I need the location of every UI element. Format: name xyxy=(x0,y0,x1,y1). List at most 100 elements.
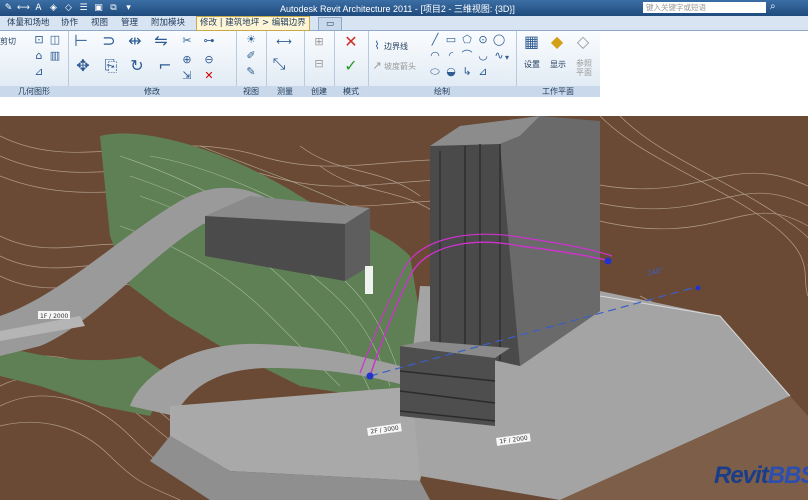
fillet-arc-icon[interactable]: ◡ xyxy=(476,49,490,63)
unpin-icon[interactable]: ⊖ xyxy=(202,53,216,67)
draw-more-icon[interactable]: ▾ xyxy=(500,51,514,65)
slope-arrow-label[interactable]: 坡度箭头 xyxy=(384,61,416,72)
rectangle-tool-icon[interactable]: ▭ xyxy=(444,33,458,47)
copy-icon[interactable]: ⎘ xyxy=(104,58,118,74)
panel-label-work-plane: 工作平面 xyxy=(516,86,600,97)
ribbon-blank-area xyxy=(600,31,808,97)
demolish-icon[interactable]: ▥ xyxy=(48,49,62,63)
dimension-icon[interactable]: ⤡ xyxy=(272,56,286,72)
panel-modify: ⊢ ⊃ ⇹ ⇋ ✂ ⊶ ✥ ⎘ ↻ ⌐ ⊕ ⊖ ⇲ ✕ 修改 xyxy=(68,31,237,97)
show-label[interactable]: 显示 xyxy=(550,59,566,70)
rotate-icon[interactable]: ↻ xyxy=(130,58,144,74)
panel-label-geometry: 几何图形 xyxy=(0,86,68,97)
wall-joins-icon[interactable]: ⊿ xyxy=(32,65,46,79)
panel-geometry: 剪切 ⊡ ◫ ⌂ ▥ ⊿ 几何图形 xyxy=(0,31,69,97)
3d-viewport[interactable]: 1F / 2000 2F / 3000 1F / 2000 240° xyxy=(0,116,808,500)
grip-point xyxy=(604,257,612,265)
delete-icon[interactable]: ✕ xyxy=(202,69,216,83)
tab-manage[interactable]: 管理 xyxy=(118,17,141,29)
linework-icon[interactable]: ✎ xyxy=(244,65,258,79)
create-similar-icon[interactable]: ⊟ xyxy=(312,57,326,71)
circle-tool-icon[interactable]: ◯ xyxy=(492,33,506,47)
partial-ellipse-icon[interactable]: ◒ xyxy=(444,65,458,79)
panel-create: ⊞ ⊟ 创建 xyxy=(304,31,335,97)
pencil-icon[interactable]: ✎ xyxy=(2,2,15,14)
pick-lines-icon[interactable]: ↳ xyxy=(460,65,474,79)
trim-icon[interactable]: ⌐ xyxy=(158,58,172,74)
ref-plane-label[interactable]: 参照平面 xyxy=(576,59,598,77)
join-icon[interactable]: ⊡ xyxy=(32,33,46,47)
quick-access-toolbar: ✎ ⟷ A ◈ ◇ ☰ ▣ ⧉ ▾ xyxy=(0,0,135,16)
panel-label-measure: 测量 xyxy=(266,86,304,97)
tab-collaborate[interactable]: 协作 xyxy=(58,17,81,29)
arc-tangent-icon[interactable]: ⌒ xyxy=(460,49,474,63)
align-icon[interactable]: ⊢ xyxy=(74,33,88,49)
tab-massing-site[interactable]: 体量和场地 xyxy=(4,17,53,29)
panel-work-plane: ▦ 设置 ◆ 显示 ◇ 参照平面 工作平面 xyxy=(516,31,600,97)
tab-view[interactable]: 视图 xyxy=(88,17,111,29)
arc-tool-icon[interactable]: ◠ xyxy=(428,49,442,63)
watermark-logo: RevitBBS xyxy=(714,462,808,489)
dimension-icon[interactable]: ⟷ xyxy=(17,2,30,14)
set-plane-icon[interactable]: ▦ xyxy=(524,34,539,50)
close-window-icon[interactable]: ▣ xyxy=(92,2,105,14)
show-plane-icon[interactable]: ◆ xyxy=(550,34,564,50)
boundary-line-label[interactable]: 边界线 xyxy=(384,41,408,52)
binoculars-icon[interactable]: ⌕ xyxy=(770,1,776,12)
lightbulb-icon[interactable]: ☀ xyxy=(244,33,258,47)
ribbon-toggle-icon[interactable]: ▭ xyxy=(318,17,342,31)
ribbon: 剪切 ⊡ ◫ ⌂ ▥ ⊿ 几何图形 ⊢ ⊃ ⇹ ⇋ ✂ ⊶ ✥ ⎘ ↻ ⌐ ⊕ … xyxy=(0,31,600,98)
panel-label-draw: 绘制 xyxy=(368,86,516,97)
scale-icon[interactable]: ⇲ xyxy=(180,69,194,83)
polygon-tool-icon[interactable]: ⬠ xyxy=(460,33,474,47)
boundary-line-icon[interactable]: ⌇ xyxy=(370,39,384,53)
mirror-draw-icon[interactable]: ⇋ xyxy=(154,33,168,49)
title-bar: ✎ ⟷ A ◈ ◇ ☰ ▣ ⧉ ▾ Autodesk Revit Archite… xyxy=(0,0,808,16)
arc-center-icon[interactable]: ◜ xyxy=(444,49,458,63)
finish-edit-icon[interactable]: ✓ xyxy=(344,58,358,74)
move-icon[interactable]: ✥ xyxy=(76,58,90,74)
panel-mode: ✕ ✓ 模式 xyxy=(334,31,369,97)
search-input[interactable]: 键入关键字或短语 xyxy=(643,2,766,13)
section-icon[interactable]: ◇ xyxy=(62,2,75,14)
offset-icon[interactable]: ⊃ xyxy=(102,33,116,49)
panel-label-modify: 修改 xyxy=(68,86,236,97)
tab-add-ins[interactable]: 附加模块 xyxy=(148,17,188,29)
panel-measure: ⟷ ⤡ 测量 xyxy=(266,31,305,97)
tower-building xyxy=(430,116,600,366)
panel-label-view: 视图 xyxy=(236,86,266,97)
dropdown-icon[interactable]: ▾ xyxy=(122,2,135,14)
mirror-axis-icon[interactable]: ⇹ xyxy=(128,33,142,49)
podium-building xyxy=(400,346,495,426)
split-icon[interactable]: ✂ xyxy=(180,34,194,48)
3d-scene: 1F / 2000 2F / 3000 1F / 2000 240° xyxy=(0,116,808,500)
set-label[interactable]: 设置 xyxy=(524,59,540,70)
ellipse-icon[interactable]: ⬭ xyxy=(428,65,442,79)
paint-icon[interactable]: ⌂ xyxy=(32,49,46,63)
window-title: Autodesk Revit Architecture 2011 - [项目2 … xyxy=(280,4,515,14)
panel-label-create: 创建 xyxy=(304,86,334,97)
create-group-icon[interactable]: ⊞ xyxy=(312,35,326,49)
text-icon[interactable]: A xyxy=(32,2,45,14)
ref-plane-icon[interactable]: ◇ xyxy=(576,34,590,50)
pick-walls-icon[interactable]: ⊿ xyxy=(476,65,490,79)
ribbon-tabs: 体量和场地 协作 视图 管理 附加模块 修改 | 建筑地坪 > 编辑边界 ▭ xyxy=(0,16,808,31)
slope-arrow-icon[interactable]: ↗ xyxy=(370,59,384,73)
level-label-1: 1F / 2000 xyxy=(40,313,69,320)
split-face-icon[interactable]: ◫ xyxy=(48,33,62,47)
circle-polygon-icon[interactable]: ⊙ xyxy=(476,33,490,47)
pin-icon[interactable]: ⊕ xyxy=(180,53,194,67)
thin-lines-icon[interactable]: ☰ xyxy=(77,2,90,14)
switch-window-icon[interactable]: ⧉ xyxy=(107,2,120,14)
measure-icon[interactable]: ⟷ xyxy=(270,35,298,49)
panel-label-mode: 模式 xyxy=(334,86,368,97)
hide-icon[interactable]: ✐ xyxy=(244,49,258,63)
split-gap-icon[interactable]: ⊶ xyxy=(202,34,216,48)
options-bar xyxy=(0,97,808,116)
tab-modify-edit-boundary[interactable]: 修改 | 建筑地坪 > 编辑边界 xyxy=(196,16,310,31)
cancel-edit-icon[interactable]: ✕ xyxy=(344,34,358,50)
line-tool-icon[interactable]: ╱ xyxy=(428,33,442,47)
3d-view-icon[interactable]: ◈ xyxy=(47,2,60,14)
panel-view: ☀ ✐ ✎ 视图 xyxy=(236,31,267,97)
cut-label[interactable]: 剪切 xyxy=(0,36,16,47)
